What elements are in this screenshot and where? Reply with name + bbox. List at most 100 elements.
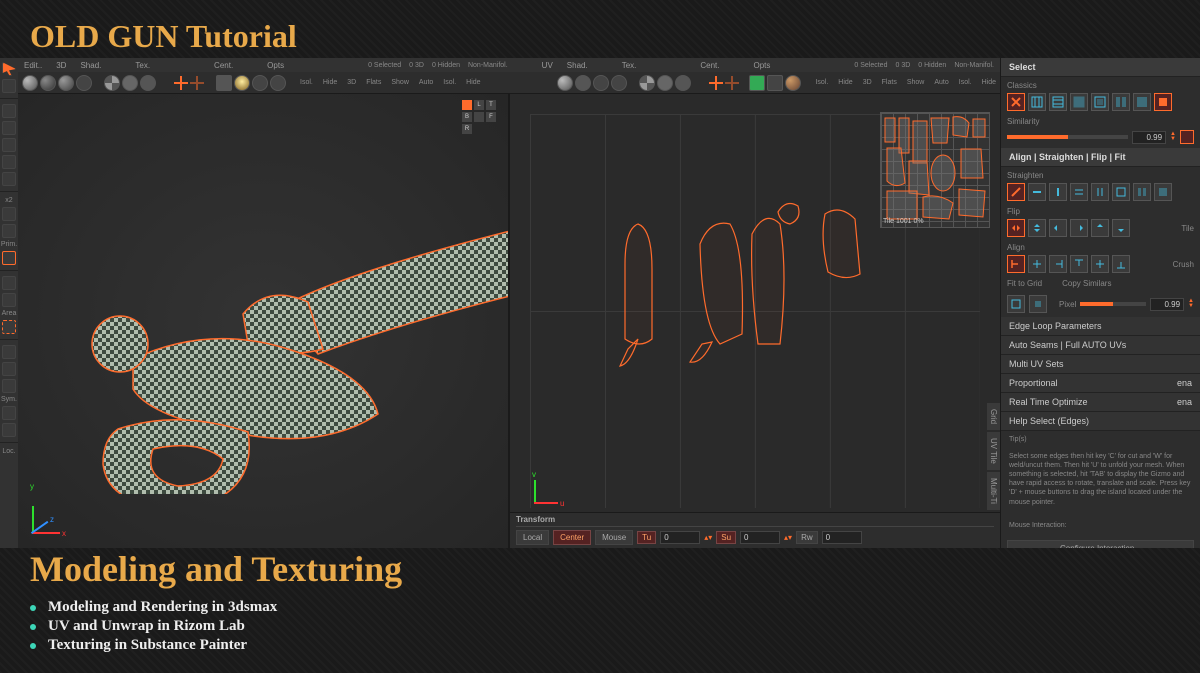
- section-proportional[interactable]: Proportionalena: [1001, 374, 1200, 393]
- tool-14[interactable]: [2, 423, 16, 437]
- bulb-icon[interactable]: [234, 75, 250, 91]
- move-gizmo-icon-r2[interactable]: [725, 76, 739, 90]
- flip-4[interactable]: [1070, 219, 1088, 237]
- move-gizmo-icon-2[interactable]: [190, 76, 204, 90]
- align-2[interactable]: [1028, 255, 1046, 273]
- wireframe-sphere-r[interactable]: [611, 75, 627, 91]
- select-x-icon[interactable]: [1007, 93, 1025, 111]
- flip-5[interactable]: [1091, 219, 1109, 237]
- select-tool[interactable]: [2, 62, 16, 76]
- menu-3d[interactable]: 3D: [56, 61, 66, 70]
- move-gizmo-icon-r[interactable]: [709, 76, 723, 90]
- tool-4[interactable]: [2, 121, 16, 135]
- sub-hide-r[interactable]: Hide: [838, 79, 852, 86]
- align-header[interactable]: Align | Straighten | Flip | Fit: [1001, 148, 1200, 167]
- sub-hide-l[interactable]: Hide: [323, 79, 337, 86]
- sub-flats-l[interactable]: Flats: [366, 79, 381, 86]
- straighten-2[interactable]: [1028, 183, 1046, 201]
- tool-5[interactable]: [2, 138, 16, 152]
- tab-grid[interactable]: Grid: [987, 403, 1000, 430]
- menu-cent[interactable]: Cent.: [214, 61, 233, 70]
- sub-3d-l[interactable]: 3D: [347, 79, 356, 86]
- uv-preview[interactable]: Tile 1001 0%: [880, 112, 990, 228]
- section-multi-uv[interactable]: Multi UV Sets: [1001, 355, 1200, 374]
- select-grid-6[interactable]: [1133, 93, 1151, 111]
- sub-show-r[interactable]: Show: [907, 79, 925, 86]
- pixel-spinner[interactable]: ▲▼: [1188, 299, 1194, 309]
- select-grid-3[interactable]: [1070, 93, 1088, 111]
- select-orange-icon[interactable]: [1154, 93, 1172, 111]
- pixel-value[interactable]: 0.99: [1150, 298, 1184, 311]
- section-edge-loop[interactable]: Edge Loop Parameters: [1001, 317, 1200, 336]
- menu-shad[interactable]: Shad.: [80, 61, 101, 70]
- flip-2[interactable]: [1028, 219, 1046, 237]
- select-grid-5[interactable]: [1112, 93, 1130, 111]
- sub-hide2-l[interactable]: Hide: [466, 79, 480, 86]
- sub-isol2-l[interactable]: Isol.: [443, 79, 456, 86]
- sub-isol2-r[interactable]: Isol.: [959, 79, 972, 86]
- align-4[interactable]: [1070, 255, 1088, 273]
- sub-hide2-r[interactable]: Hide: [982, 79, 996, 86]
- shading-sphere-2[interactable]: [40, 75, 56, 91]
- straighten-8[interactable]: [1154, 183, 1172, 201]
- move-gizmo-icon[interactable]: [174, 76, 188, 90]
- tool-10[interactable]: [2, 293, 16, 307]
- section-help[interactable]: Help Select (Edges): [1001, 412, 1200, 431]
- view-navigator[interactable]: L T B F R: [462, 100, 498, 124]
- select-header[interactable]: Select: [1001, 58, 1200, 77]
- straighten-5[interactable]: [1091, 183, 1109, 201]
- menu-opts-r[interactable]: Opts: [754, 61, 771, 70]
- tool-2[interactable]: [2, 79, 16, 93]
- tool-3[interactable]: [2, 104, 16, 118]
- align-6[interactable]: [1112, 255, 1130, 273]
- menu-uv[interactable]: UV: [542, 61, 553, 70]
- menu-cent-r[interactable]: Cent.: [700, 61, 719, 70]
- light-icon[interactable]: [216, 75, 232, 91]
- straighten-7[interactable]: [1133, 183, 1151, 201]
- tool-sym[interactable]: [2, 406, 16, 420]
- uv-viewport[interactable]: Tile 1001 0% v u Grid UV Tile Multi-Ti T…: [510, 94, 1000, 548]
- menu-edit[interactable]: Edit..: [24, 61, 42, 70]
- similarity-value[interactable]: 0.99: [1132, 131, 1166, 144]
- flip-3[interactable]: [1049, 219, 1067, 237]
- sub-auto-l[interactable]: Auto: [419, 79, 433, 86]
- sub-isol-r[interactable]: Isol.: [815, 79, 828, 86]
- straighten-3[interactable]: [1049, 183, 1067, 201]
- sphere-icon-r[interactable]: [785, 75, 801, 91]
- tool-13[interactable]: [2, 379, 16, 393]
- section-realtime[interactable]: Real Time Optimizeena: [1001, 393, 1200, 412]
- sub-flats-r[interactable]: Flats: [882, 79, 897, 86]
- menu-tex[interactable]: Tex.: [135, 61, 150, 70]
- grid-icon-r[interactable]: [749, 75, 765, 91]
- tool-12[interactable]: [2, 362, 16, 376]
- menu-tex-r[interactable]: Tex.: [622, 61, 637, 70]
- tab-multiti[interactable]: Multi-Ti: [987, 472, 1000, 510]
- wireframe-sphere[interactable]: [76, 75, 92, 91]
- tool-8[interactable]: [2, 224, 16, 238]
- tool-11[interactable]: [2, 345, 16, 359]
- tab-uvtile[interactable]: UV Tile: [987, 432, 1000, 470]
- tool-9[interactable]: [2, 276, 16, 290]
- tex-sphere-r3[interactable]: [675, 75, 691, 91]
- straighten-1[interactable]: [1007, 183, 1025, 201]
- select-grid-4[interactable]: [1091, 93, 1109, 111]
- sub-show-l[interactable]: Show: [391, 79, 409, 86]
- tool-prim[interactable]: [2, 251, 16, 265]
- select-grid-1[interactable]: [1028, 93, 1046, 111]
- tool-x2[interactable]: [2, 207, 16, 221]
- sub-isol-l[interactable]: Isol.: [300, 79, 313, 86]
- shading-sphere-r1[interactable]: [557, 75, 573, 91]
- shading-sphere-r2[interactable]: [575, 75, 591, 91]
- flip-6[interactable]: [1112, 219, 1130, 237]
- similarity-slider[interactable]: [1007, 135, 1128, 139]
- sub-3d-r[interactable]: 3D: [863, 79, 872, 86]
- similarity-action[interactable]: [1180, 130, 1194, 144]
- tex-sphere-2[interactable]: [122, 75, 138, 91]
- shading-sphere-1[interactable]: [22, 75, 38, 91]
- shading-sphere-3[interactable]: [58, 75, 74, 91]
- tool-6[interactable]: [2, 155, 16, 169]
- menu-opts[interactable]: Opts: [267, 61, 284, 70]
- grid-icon-r2[interactable]: [767, 75, 783, 91]
- menu-shad-r[interactable]: Shad.: [567, 61, 588, 70]
- shading-sphere-r3[interactable]: [593, 75, 609, 91]
